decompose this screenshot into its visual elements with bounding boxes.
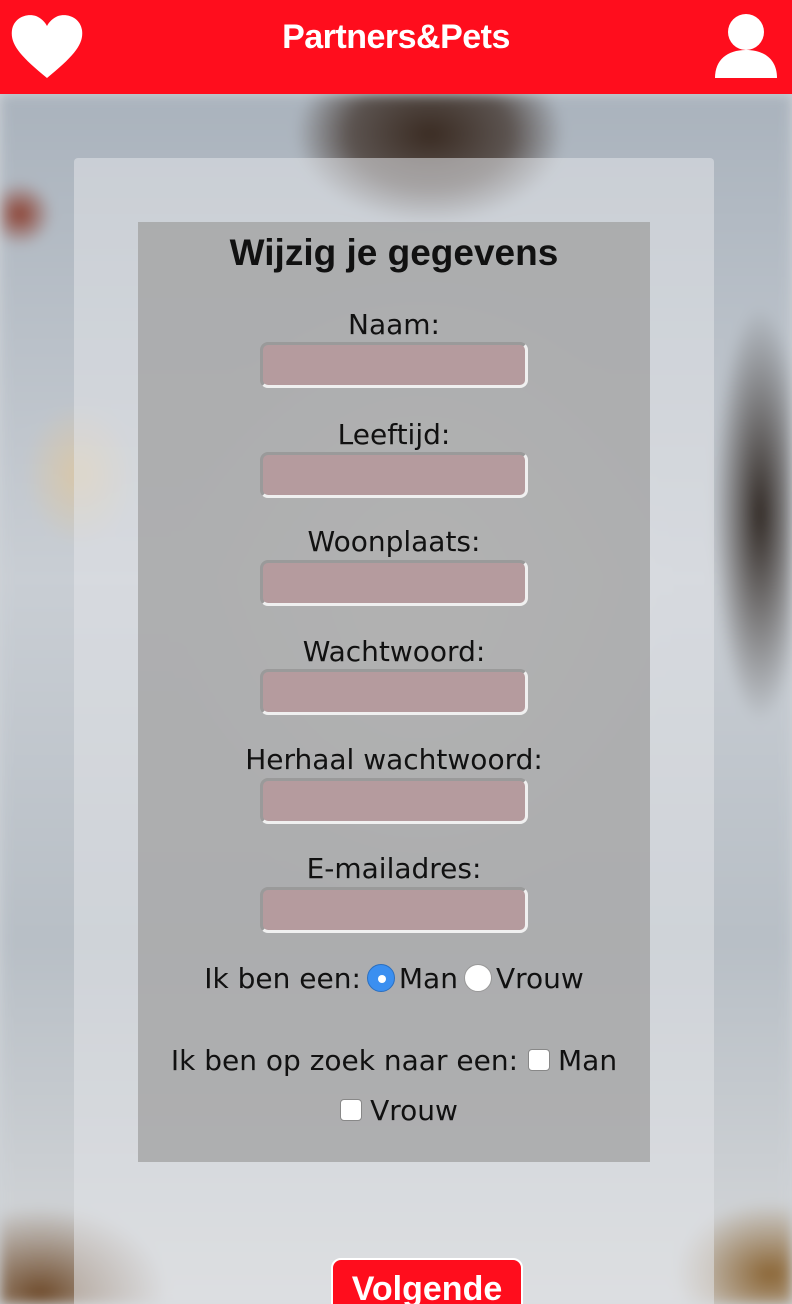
name-field[interactable] bbox=[260, 342, 528, 388]
repeat-password-label: Herhaal wachtwoord: bbox=[245, 743, 543, 776]
gender-man-radio[interactable] bbox=[366, 964, 395, 992]
city-label: Woonplaats: bbox=[307, 525, 481, 558]
looking-for-man-label[interactable]: Man bbox=[558, 1044, 617, 1077]
password-field[interactable] bbox=[260, 669, 528, 715]
looking-for-man-checkbox[interactable] bbox=[528, 1049, 551, 1071]
password-label: Wachtwoord: bbox=[302, 635, 486, 668]
name-label: Naam: bbox=[348, 308, 440, 341]
next-button[interactable]: Volgende bbox=[331, 1258, 523, 1304]
looking-for-row: Ik ben op zoek naar een: Man bbox=[138, 1042, 650, 1078]
email-label: E-mailadres: bbox=[306, 852, 482, 885]
looking-for-woman-checkbox[interactable] bbox=[340, 1099, 363, 1121]
city-field[interactable] bbox=[260, 560, 528, 606]
looking-for-woman-label[interactable]: Vrouw bbox=[370, 1094, 458, 1127]
age-field[interactable] bbox=[260, 452, 528, 498]
gender-row: Ik ben een: Man Vrouw bbox=[138, 960, 650, 996]
top-bar: Partners&Pets bbox=[0, 0, 792, 94]
looking-for-row-2: Vrouw bbox=[138, 1092, 650, 1128]
user-icon[interactable] bbox=[713, 12, 779, 80]
gender-woman-label[interactable]: Vrouw bbox=[496, 962, 584, 995]
age-label: Leeftijd: bbox=[337, 418, 451, 451]
repeat-password-field[interactable] bbox=[260, 778, 528, 824]
looking-for-label: Ik ben op zoek naar een: bbox=[170, 1043, 519, 1077]
email-field[interactable] bbox=[260, 887, 528, 933]
edit-profile-form: Wijzig je gegevens Naam: Leeftijd: Woonp… bbox=[138, 222, 650, 1162]
gender-label: Ik ben een: bbox=[204, 961, 361, 995]
gender-woman-radio[interactable] bbox=[463, 964, 492, 992]
brand-title[interactable]: Partners&Pets bbox=[0, 18, 792, 57]
gender-man-label[interactable]: Man bbox=[399, 962, 458, 995]
form-title: Wijzig je gegevens bbox=[229, 232, 559, 273]
